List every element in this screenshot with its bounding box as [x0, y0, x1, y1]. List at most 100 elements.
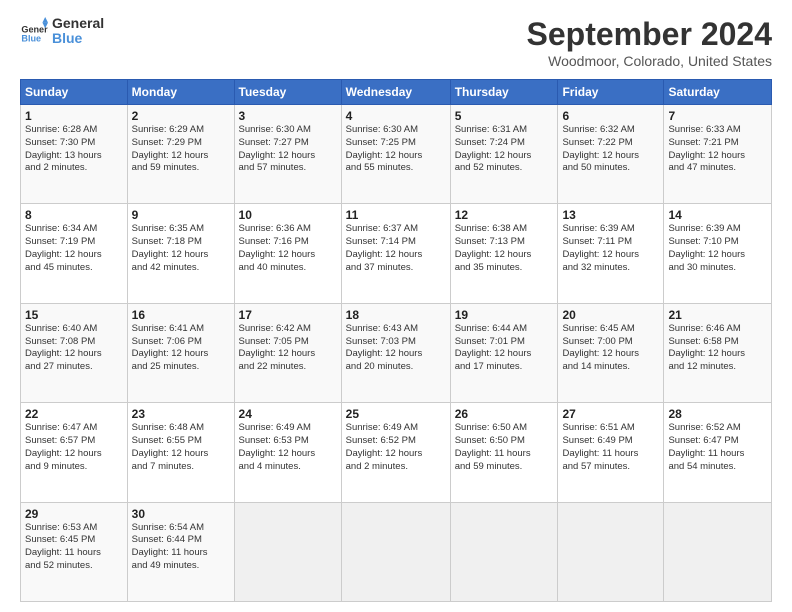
day-info: Sunrise: 6:34 AM Sunset: 7:19 PM Dayligh…	[25, 223, 123, 274]
col-monday: Monday	[127, 80, 234, 105]
calendar-cell: 5Sunrise: 6:31 AM Sunset: 7:24 PM Daylig…	[450, 105, 558, 204]
calendar-cell: 1Sunrise: 6:28 AM Sunset: 7:30 PM Daylig…	[21, 105, 128, 204]
col-saturday: Saturday	[664, 80, 772, 105]
calendar-cell	[234, 502, 341, 601]
col-friday: Friday	[558, 80, 664, 105]
day-number: 1	[25, 109, 123, 123]
day-info: Sunrise: 6:49 AM Sunset: 6:53 PM Dayligh…	[239, 422, 337, 473]
calendar-body: 1Sunrise: 6:28 AM Sunset: 7:30 PM Daylig…	[21, 105, 772, 602]
calendar-week-4: 22Sunrise: 6:47 AM Sunset: 6:57 PM Dayli…	[21, 403, 772, 502]
calendar-cell: 11Sunrise: 6:37 AM Sunset: 7:14 PM Dayli…	[341, 204, 450, 303]
day-info: Sunrise: 6:30 AM Sunset: 7:27 PM Dayligh…	[239, 124, 337, 175]
col-wednesday: Wednesday	[341, 80, 450, 105]
calendar-cell: 2Sunrise: 6:29 AM Sunset: 7:29 PM Daylig…	[127, 105, 234, 204]
day-info: Sunrise: 6:31 AM Sunset: 7:24 PM Dayligh…	[455, 124, 554, 175]
calendar-week-1: 1Sunrise: 6:28 AM Sunset: 7:30 PM Daylig…	[21, 105, 772, 204]
day-info: Sunrise: 6:38 AM Sunset: 7:13 PM Dayligh…	[455, 223, 554, 274]
day-info: Sunrise: 6:43 AM Sunset: 7:03 PM Dayligh…	[346, 323, 446, 374]
day-info: Sunrise: 6:50 AM Sunset: 6:50 PM Dayligh…	[455, 422, 554, 473]
calendar-cell: 7Sunrise: 6:33 AM Sunset: 7:21 PM Daylig…	[664, 105, 772, 204]
calendar-cell: 22Sunrise: 6:47 AM Sunset: 6:57 PM Dayli…	[21, 403, 128, 502]
day-info: Sunrise: 6:39 AM Sunset: 7:11 PM Dayligh…	[562, 223, 659, 274]
day-info: Sunrise: 6:40 AM Sunset: 7:08 PM Dayligh…	[25, 323, 123, 374]
day-number: 13	[562, 208, 659, 222]
logo: General Blue General Blue	[20, 16, 104, 47]
day-number: 4	[346, 109, 446, 123]
calendar-cell: 28Sunrise: 6:52 AM Sunset: 6:47 PM Dayli…	[664, 403, 772, 502]
calendar-cell: 6Sunrise: 6:32 AM Sunset: 7:22 PM Daylig…	[558, 105, 664, 204]
calendar-cell: 25Sunrise: 6:49 AM Sunset: 6:52 PM Dayli…	[341, 403, 450, 502]
calendar-cell: 24Sunrise: 6:49 AM Sunset: 6:53 PM Dayli…	[234, 403, 341, 502]
calendar-cell: 4Sunrise: 6:30 AM Sunset: 7:25 PM Daylig…	[341, 105, 450, 204]
day-number: 3	[239, 109, 337, 123]
day-info: Sunrise: 6:47 AM Sunset: 6:57 PM Dayligh…	[25, 422, 123, 473]
calendar-cell: 21Sunrise: 6:46 AM Sunset: 6:58 PM Dayli…	[664, 303, 772, 402]
calendar-cell	[664, 502, 772, 601]
day-info: Sunrise: 6:37 AM Sunset: 7:14 PM Dayligh…	[346, 223, 446, 274]
day-number: 7	[668, 109, 767, 123]
day-info: Sunrise: 6:39 AM Sunset: 7:10 PM Dayligh…	[668, 223, 767, 274]
day-number: 12	[455, 208, 554, 222]
day-number: 23	[132, 407, 230, 421]
calendar-cell: 10Sunrise: 6:36 AM Sunset: 7:16 PM Dayli…	[234, 204, 341, 303]
logo-text-general: General	[52, 16, 104, 31]
col-thursday: Thursday	[450, 80, 558, 105]
calendar-cell: 8Sunrise: 6:34 AM Sunset: 7:19 PM Daylig…	[21, 204, 128, 303]
calendar-cell: 16Sunrise: 6:41 AM Sunset: 7:06 PM Dayli…	[127, 303, 234, 402]
day-info: Sunrise: 6:29 AM Sunset: 7:29 PM Dayligh…	[132, 124, 230, 175]
calendar-cell: 29Sunrise: 6:53 AM Sunset: 6:45 PM Dayli…	[21, 502, 128, 601]
subtitle: Woodmoor, Colorado, United States	[527, 53, 772, 69]
day-number: 21	[668, 308, 767, 322]
svg-text:Blue: Blue	[21, 34, 41, 44]
day-number: 29	[25, 507, 123, 521]
calendar-cell	[341, 502, 450, 601]
col-sunday: Sunday	[21, 80, 128, 105]
day-number: 18	[346, 308, 446, 322]
page: General Blue General Blue September 2024…	[0, 0, 792, 612]
day-info: Sunrise: 6:32 AM Sunset: 7:22 PM Dayligh…	[562, 124, 659, 175]
calendar-cell: 27Sunrise: 6:51 AM Sunset: 6:49 PM Dayli…	[558, 403, 664, 502]
main-title: September 2024	[527, 16, 772, 53]
day-number: 15	[25, 308, 123, 322]
day-number: 17	[239, 308, 337, 322]
day-number: 22	[25, 407, 123, 421]
calendar-cell: 13Sunrise: 6:39 AM Sunset: 7:11 PM Dayli…	[558, 204, 664, 303]
calendar-cell: 20Sunrise: 6:45 AM Sunset: 7:00 PM Dayli…	[558, 303, 664, 402]
title-block: September 2024 Woodmoor, Colorado, Unite…	[527, 16, 772, 69]
day-info: Sunrise: 6:36 AM Sunset: 7:16 PM Dayligh…	[239, 223, 337, 274]
calendar-cell: 9Sunrise: 6:35 AM Sunset: 7:18 PM Daylig…	[127, 204, 234, 303]
calendar-cell	[558, 502, 664, 601]
day-number: 8	[25, 208, 123, 222]
calendar: Sunday Monday Tuesday Wednesday Thursday…	[20, 79, 772, 602]
day-info: Sunrise: 6:28 AM Sunset: 7:30 PM Dayligh…	[25, 124, 123, 175]
day-number: 20	[562, 308, 659, 322]
day-info: Sunrise: 6:51 AM Sunset: 6:49 PM Dayligh…	[562, 422, 659, 473]
day-number: 2	[132, 109, 230, 123]
logo-text-blue: Blue	[52, 31, 104, 46]
day-number: 5	[455, 109, 554, 123]
col-tuesday: Tuesday	[234, 80, 341, 105]
day-info: Sunrise: 6:42 AM Sunset: 7:05 PM Dayligh…	[239, 323, 337, 374]
calendar-cell: 19Sunrise: 6:44 AM Sunset: 7:01 PM Dayli…	[450, 303, 558, 402]
day-info: Sunrise: 6:41 AM Sunset: 7:06 PM Dayligh…	[132, 323, 230, 374]
calendar-cell: 12Sunrise: 6:38 AM Sunset: 7:13 PM Dayli…	[450, 204, 558, 303]
day-number: 27	[562, 407, 659, 421]
calendar-cell: 26Sunrise: 6:50 AM Sunset: 6:50 PM Dayli…	[450, 403, 558, 502]
day-number: 24	[239, 407, 337, 421]
day-info: Sunrise: 6:49 AM Sunset: 6:52 PM Dayligh…	[346, 422, 446, 473]
day-number: 28	[668, 407, 767, 421]
day-number: 16	[132, 308, 230, 322]
day-info: Sunrise: 6:48 AM Sunset: 6:55 PM Dayligh…	[132, 422, 230, 473]
day-info: Sunrise: 6:53 AM Sunset: 6:45 PM Dayligh…	[25, 522, 123, 573]
day-number: 14	[668, 208, 767, 222]
day-info: Sunrise: 6:30 AM Sunset: 7:25 PM Dayligh…	[346, 124, 446, 175]
day-number: 25	[346, 407, 446, 421]
calendar-week-2: 8Sunrise: 6:34 AM Sunset: 7:19 PM Daylig…	[21, 204, 772, 303]
day-number: 26	[455, 407, 554, 421]
day-number: 6	[562, 109, 659, 123]
day-info: Sunrise: 6:33 AM Sunset: 7:21 PM Dayligh…	[668, 124, 767, 175]
calendar-cell: 23Sunrise: 6:48 AM Sunset: 6:55 PM Dayli…	[127, 403, 234, 502]
calendar-cell: 30Sunrise: 6:54 AM Sunset: 6:44 PM Dayli…	[127, 502, 234, 601]
calendar-cell: 15Sunrise: 6:40 AM Sunset: 7:08 PM Dayli…	[21, 303, 128, 402]
calendar-cell: 18Sunrise: 6:43 AM Sunset: 7:03 PM Dayli…	[341, 303, 450, 402]
